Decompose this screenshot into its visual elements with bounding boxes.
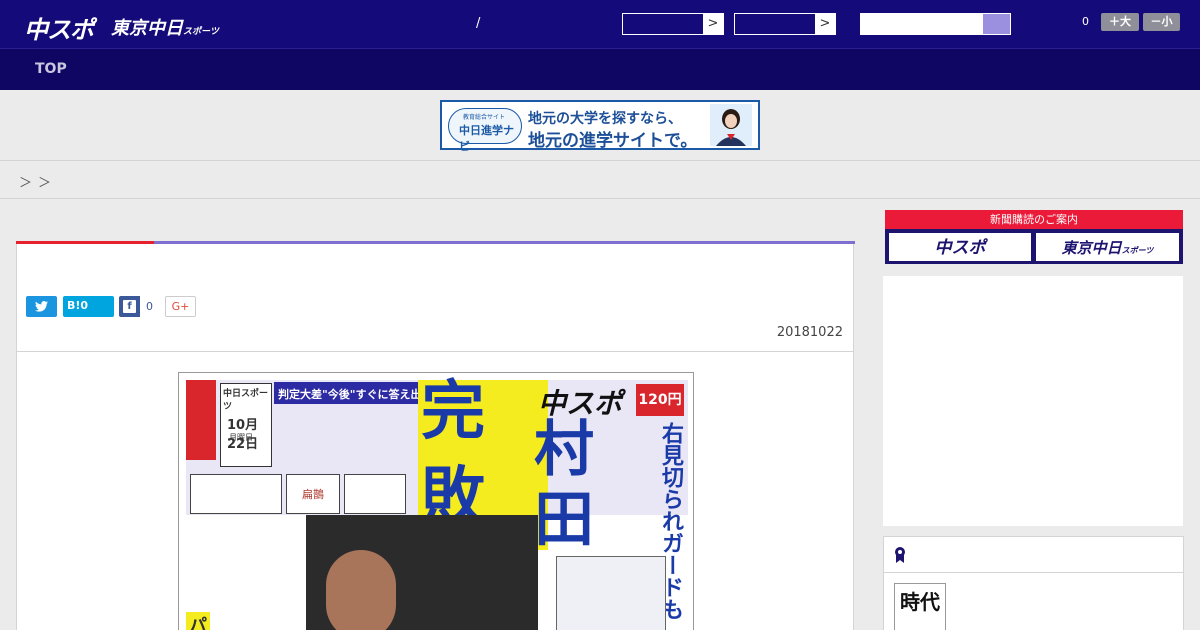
- newspaper-ad-box: 扁鵲: [286, 474, 340, 514]
- ad-logo-caption: 教育総合サイト: [463, 114, 506, 121]
- ranking-header: [884, 537, 1183, 573]
- subscribe-chuspo-button[interactable]: 中スポ: [889, 233, 1031, 261]
- newspaper-page: 中日スポーツ 10月22日 月曜日 判定大差"今後"すぐに答え出ない 完 敗 中…: [186, 380, 688, 630]
- hatena-bookmark-button[interactable]: B!0: [63, 296, 114, 317]
- newspaper-name-char: 村: [534, 415, 594, 485]
- tokyo-logo-text: 東京中日: [111, 18, 183, 39]
- main-nav: TOP: [0, 48, 1200, 90]
- header-separator: /: [476, 16, 481, 31]
- newspaper-results-table: [556, 556, 666, 630]
- ad-band: 教育総合サイト 中日進学ナビ 地元の大学を探すなら、 地元の進学サイトで。: [0, 90, 1200, 161]
- facebook-share-button[interactable]: f 0: [119, 296, 159, 317]
- font-size-down-button[interactable]: －小: [1143, 13, 1180, 31]
- chevron-right-icon: >: [815, 14, 835, 34]
- article-divider: [17, 351, 853, 352]
- breadcrumb-separator: ＞: [19, 176, 33, 191]
- article-accent-red: [16, 241, 154, 244]
- newspaper-ad-box: [344, 474, 406, 514]
- facebook-share-count: 0: [139, 296, 159, 317]
- ad-banner[interactable]: 教育総合サイト 中日進学ナビ 地元の大学を探すなら、 地元の進学サイトで。: [440, 100, 760, 153]
- tokyo-logo-suffix: スポーツ: [183, 27, 219, 37]
- category-select-2[interactable]: >: [734, 13, 836, 35]
- tokyo-chunichi-logo[interactable]: 東京中日スポーツ: [111, 14, 219, 40]
- category-select-1[interactable]: >: [622, 13, 724, 35]
- ranking-box: 時代: [883, 536, 1184, 630]
- chevron-right-icon: >: [703, 14, 723, 34]
- newspaper-masthead: 中日スポーツ 10月22日 月曜日: [220, 383, 272, 467]
- nav-item-top[interactable]: TOP: [35, 61, 67, 77]
- header-count: 0: [1082, 15, 1089, 28]
- breadcrumb: ＞ ＞: [0, 161, 1200, 199]
- twitter-share-button[interactable]: [26, 296, 57, 317]
- masthead-logo: 中日スポーツ: [223, 389, 269, 412]
- font-size-up-button[interactable]: ＋大: [1101, 13, 1139, 31]
- newspaper-price: 120円: [636, 384, 684, 416]
- subscribe-tokyo-label: 東京中日: [1061, 239, 1122, 257]
- subscription-title: 新聞購読のご案内: [885, 210, 1183, 229]
- newspaper-name-char: 田: [534, 485, 594, 555]
- ad-text-line-2: 地元の進学サイトで。: [528, 131, 698, 151]
- ad-logo-text: 中日進学ナビ: [459, 124, 514, 153]
- ad-logo: 教育総合サイト 中日進学ナビ: [448, 108, 522, 153]
- facebook-icon: f: [123, 300, 136, 313]
- article-accent-purple: [154, 241, 855, 244]
- newspaper-front-page-image[interactable]: 中日スポーツ 10月22日 月曜日 判定大差"今後"すぐに答え出ない 完 敗 中…: [178, 372, 694, 630]
- article-date: 20181022: [776, 325, 843, 340]
- google-plus-share-button[interactable]: G+: [165, 296, 196, 317]
- masthead-day: 月曜日: [229, 433, 253, 442]
- newspaper-headline-char: 完: [421, 375, 485, 449]
- ad-person-image: [710, 104, 752, 146]
- search-input[interactable]: [860, 13, 982, 35]
- ribbon-icon: [895, 547, 905, 563]
- ad-text-line-1: 地元の大学を探すなら、: [528, 111, 682, 127]
- ranking-thumbnail[interactable]: 時代: [894, 583, 946, 630]
- twitter-icon: [35, 301, 48, 312]
- newspaper-corner-label: パ: [186, 612, 210, 630]
- sidebar-ad-slot[interactable]: [883, 276, 1183, 526]
- newspaper-ad-box: [190, 474, 282, 514]
- newspaper-red-column: [186, 380, 216, 460]
- search-button[interactable]: [982, 13, 1011, 35]
- subscription-box: 新聞購読のご案内 中スポ 東京中日スポーツ: [885, 210, 1183, 264]
- chuspo-logo[interactable]: 中スポ: [24, 10, 94, 45]
- subscribe-tokyo-chunichi-button[interactable]: 東京中日スポーツ: [1036, 233, 1179, 261]
- breadcrumb-separator: ＞: [38, 176, 52, 191]
- article-card: B!0 f 0 G+ 20181022 中日スポーツ 10月22日 月曜日 判定…: [16, 241, 855, 630]
- site-header: 中スポ 東京中日スポーツ / > > 0 ＋大 －小: [0, 0, 1200, 48]
- newspaper-photo-subject: [326, 550, 396, 630]
- newspaper-text-column: [186, 515, 304, 615]
- subscribe-tokyo-suffix: スポーツ: [1121, 246, 1154, 255]
